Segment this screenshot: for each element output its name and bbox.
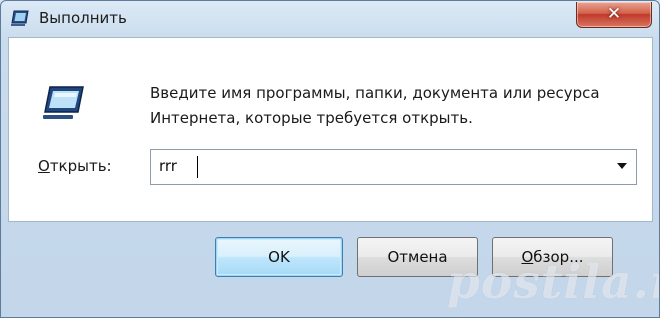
content-panel: Введите имя программы, папки, документа … — [8, 37, 653, 222]
instructions-line-2: Интернета, которые требуется открыть. — [150, 109, 473, 127]
close-button[interactable]: ✕ — [576, 2, 652, 28]
open-combobox[interactable] — [150, 149, 637, 185]
open-label-text: ткрыть: — [49, 157, 112, 175]
ok-button[interactable]: OK — [215, 237, 343, 277]
instructions-line-1: Введите имя программы, папки, документа … — [150, 84, 600, 102]
run-icon — [11, 10, 29, 26]
dropdown-button[interactable] — [609, 150, 636, 184]
open-input[interactable] — [159, 157, 599, 175]
run-dialog: Выполнить ✕ Введите имя программы, папки… — [0, 0, 660, 318]
close-icon: ✕ — [606, 4, 622, 24]
run-icon — [43, 86, 84, 119]
chevron-down-icon — [617, 163, 627, 169]
title-bar[interactable]: Выполнить ✕ — [1, 1, 659, 37]
text-caret — [197, 156, 198, 178]
window-title: Выполнить — [39, 9, 127, 27]
instructions-text: Введите имя программы, папки, документа … — [150, 81, 600, 131]
open-label: Открыть: — [38, 157, 112, 175]
watermark: postila.ru — [447, 255, 659, 310]
open-label-accelerator: О — [38, 157, 50, 175]
